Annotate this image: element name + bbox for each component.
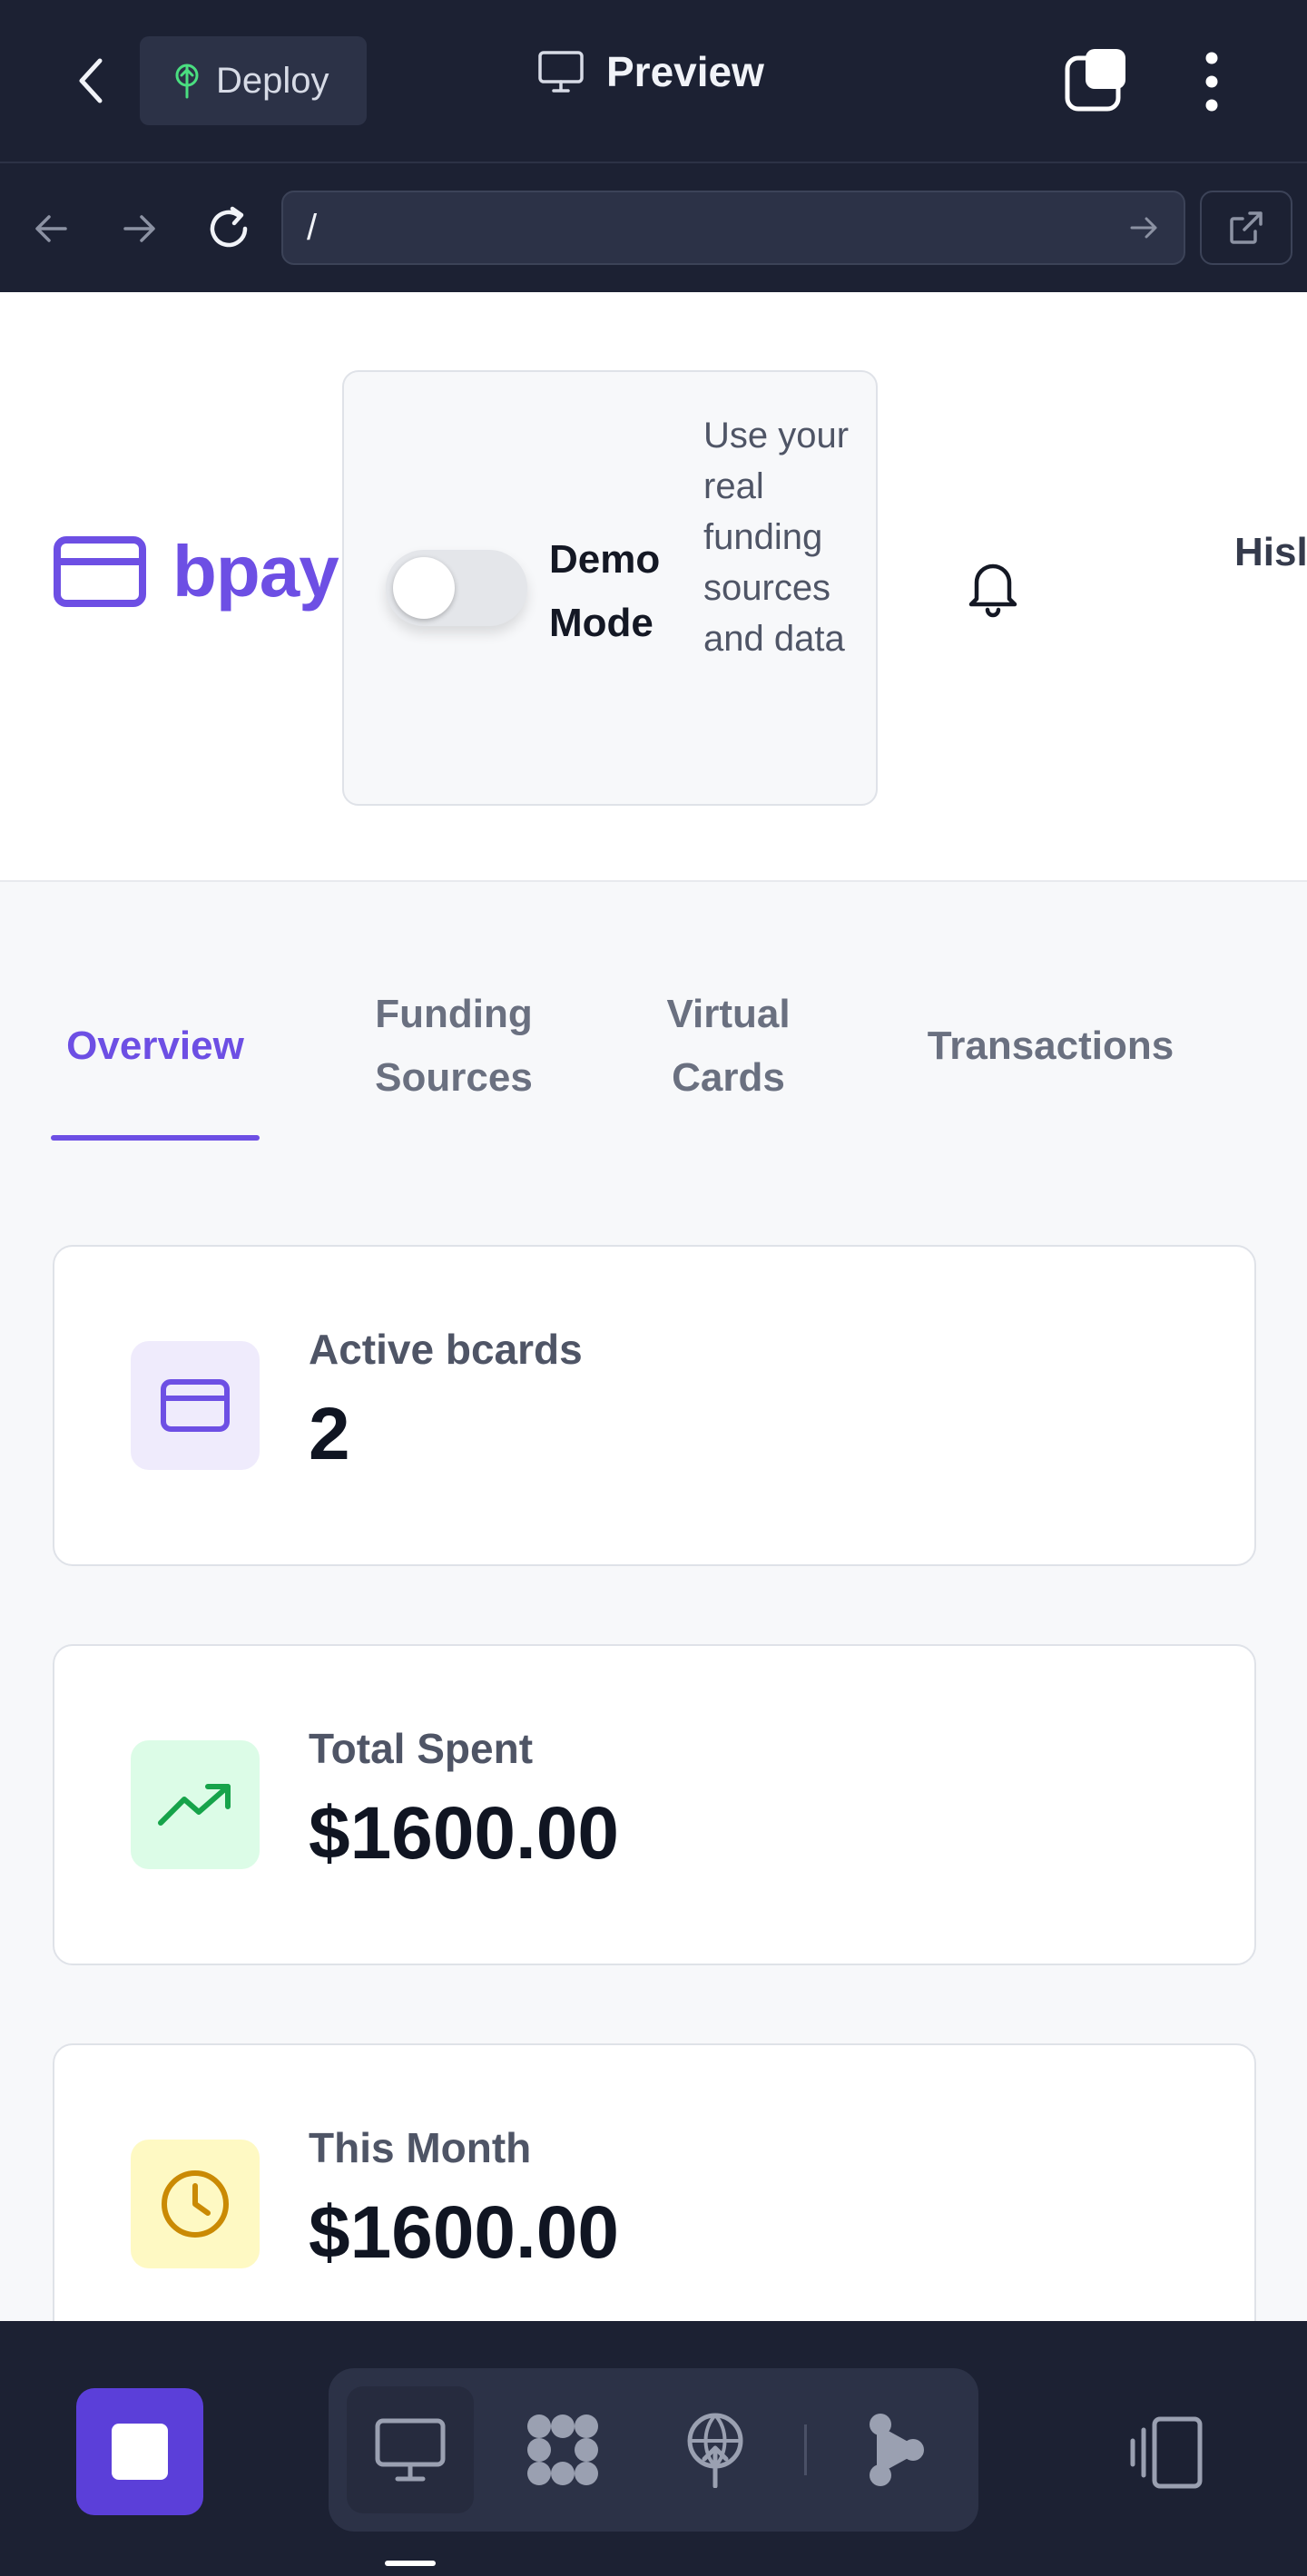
deploy-icon [687, 2413, 743, 2488]
stat-value: $1600.00 [309, 2191, 620, 2274]
demo-mode-description: Use your real funding sources and data [703, 416, 850, 659]
app-header: bpay Demo Mode Use your real funding sou… [0, 292, 1307, 882]
preview-label: Preview [606, 48, 764, 95]
deploy-tool-button[interactable] [652, 2386, 779, 2513]
browser-back-button[interactable] [24, 201, 78, 256]
stat-label: This Month [309, 2124, 532, 2171]
bell-icon[interactable] [964, 555, 1022, 619]
tool-divider [804, 2424, 807, 2475]
editor-header: Deploy Preview [0, 0, 1307, 163]
stop-icon [112, 2424, 168, 2480]
monitor-icon [538, 51, 584, 93]
tool-group [329, 2368, 978, 2532]
tabs-icon[interactable] [1062, 45, 1135, 118]
preview-tool-button[interactable] [347, 2386, 474, 2513]
preview-title: Preview [537, 47, 764, 96]
stat-card-total-spent: Total Spent $1600.00 [53, 1644, 1256, 1965]
more-options-button[interactable] [1184, 45, 1239, 118]
url-text: / [307, 207, 318, 248]
tab-overview[interactable]: Overview [51, 1014, 260, 1078]
reload-icon [210, 206, 248, 248]
stat-label: Active bcards [309, 1326, 583, 1373]
reload-button[interactable] [201, 201, 256, 256]
agent-icon [870, 2414, 924, 2486]
tab-virtual-cards[interactable]: Virtual Cards [635, 983, 821, 1110]
chevron-left-icon [79, 58, 103, 103]
stop-button[interactable] [76, 2388, 203, 2515]
go-arrow-icon[interactable] [1129, 214, 1160, 241]
stat-label: Total Spent [309, 1725, 534, 1772]
tab-funding-sources[interactable]: Funding Sources [354, 983, 554, 1110]
back-button[interactable] [64, 49, 118, 113]
demo-mode-card: Demo Mode Use your real funding sources … [342, 370, 878, 806]
stat-icon-wrap [131, 1740, 260, 1869]
stat-icon-wrap [131, 2140, 260, 2268]
monitor-icon [375, 2418, 446, 2482]
arrow-right-icon [123, 215, 155, 242]
stat-card-this-month: This Month $1600.00 [53, 2043, 1256, 2365]
toggle-knob [393, 557, 455, 619]
arrow-left-icon [35, 215, 67, 242]
credit-card-icon [54, 536, 146, 607]
bottom-toolbar [0, 2321, 1307, 2576]
stat-value: 2 [309, 1393, 350, 1475]
clock-icon [162, 2170, 229, 2238]
workspace-tool-button[interactable] [499, 2386, 626, 2513]
deploy-icon [175, 64, 199, 99]
brand-logo[interactable]: bpay [53, 530, 339, 613]
stat-card-active-bcards: Active bcards 2 [53, 1245, 1256, 1566]
url-input[interactable]: / [281, 191, 1185, 265]
user-balance-label: Hisl Bala [1234, 530, 1307, 574]
tab-transactions[interactable]: Transactions [908, 1014, 1194, 1078]
trending-up-icon [158, 1784, 231, 1826]
browser-forward-button[interactable] [113, 201, 167, 256]
workspace-icon [527, 2414, 598, 2485]
agent-tool-button[interactable] [833, 2386, 960, 2513]
credit-card-icon [161, 1379, 230, 1432]
demo-mode-label: Demo Mode [549, 537, 661, 645]
kebab-menu-icon [1205, 52, 1218, 112]
stat-value: $1600.00 [309, 1792, 620, 1875]
deploy-label: Deploy [216, 60, 329, 101]
device-layout-icon[interactable] [1125, 2412, 1207, 2493]
brand-name: bpay [172, 531, 339, 612]
browser-bar: / [0, 163, 1307, 292]
open-external-button[interactable] [1200, 191, 1292, 265]
external-link-icon [1230, 211, 1263, 244]
home-indicator [385, 2561, 436, 2566]
demo-mode-toggle[interactable] [386, 550, 527, 626]
stat-icon-wrap [131, 1341, 260, 1470]
deploy-button[interactable]: Deploy [140, 36, 367, 125]
active-tab-indicator [51, 1135, 260, 1141]
